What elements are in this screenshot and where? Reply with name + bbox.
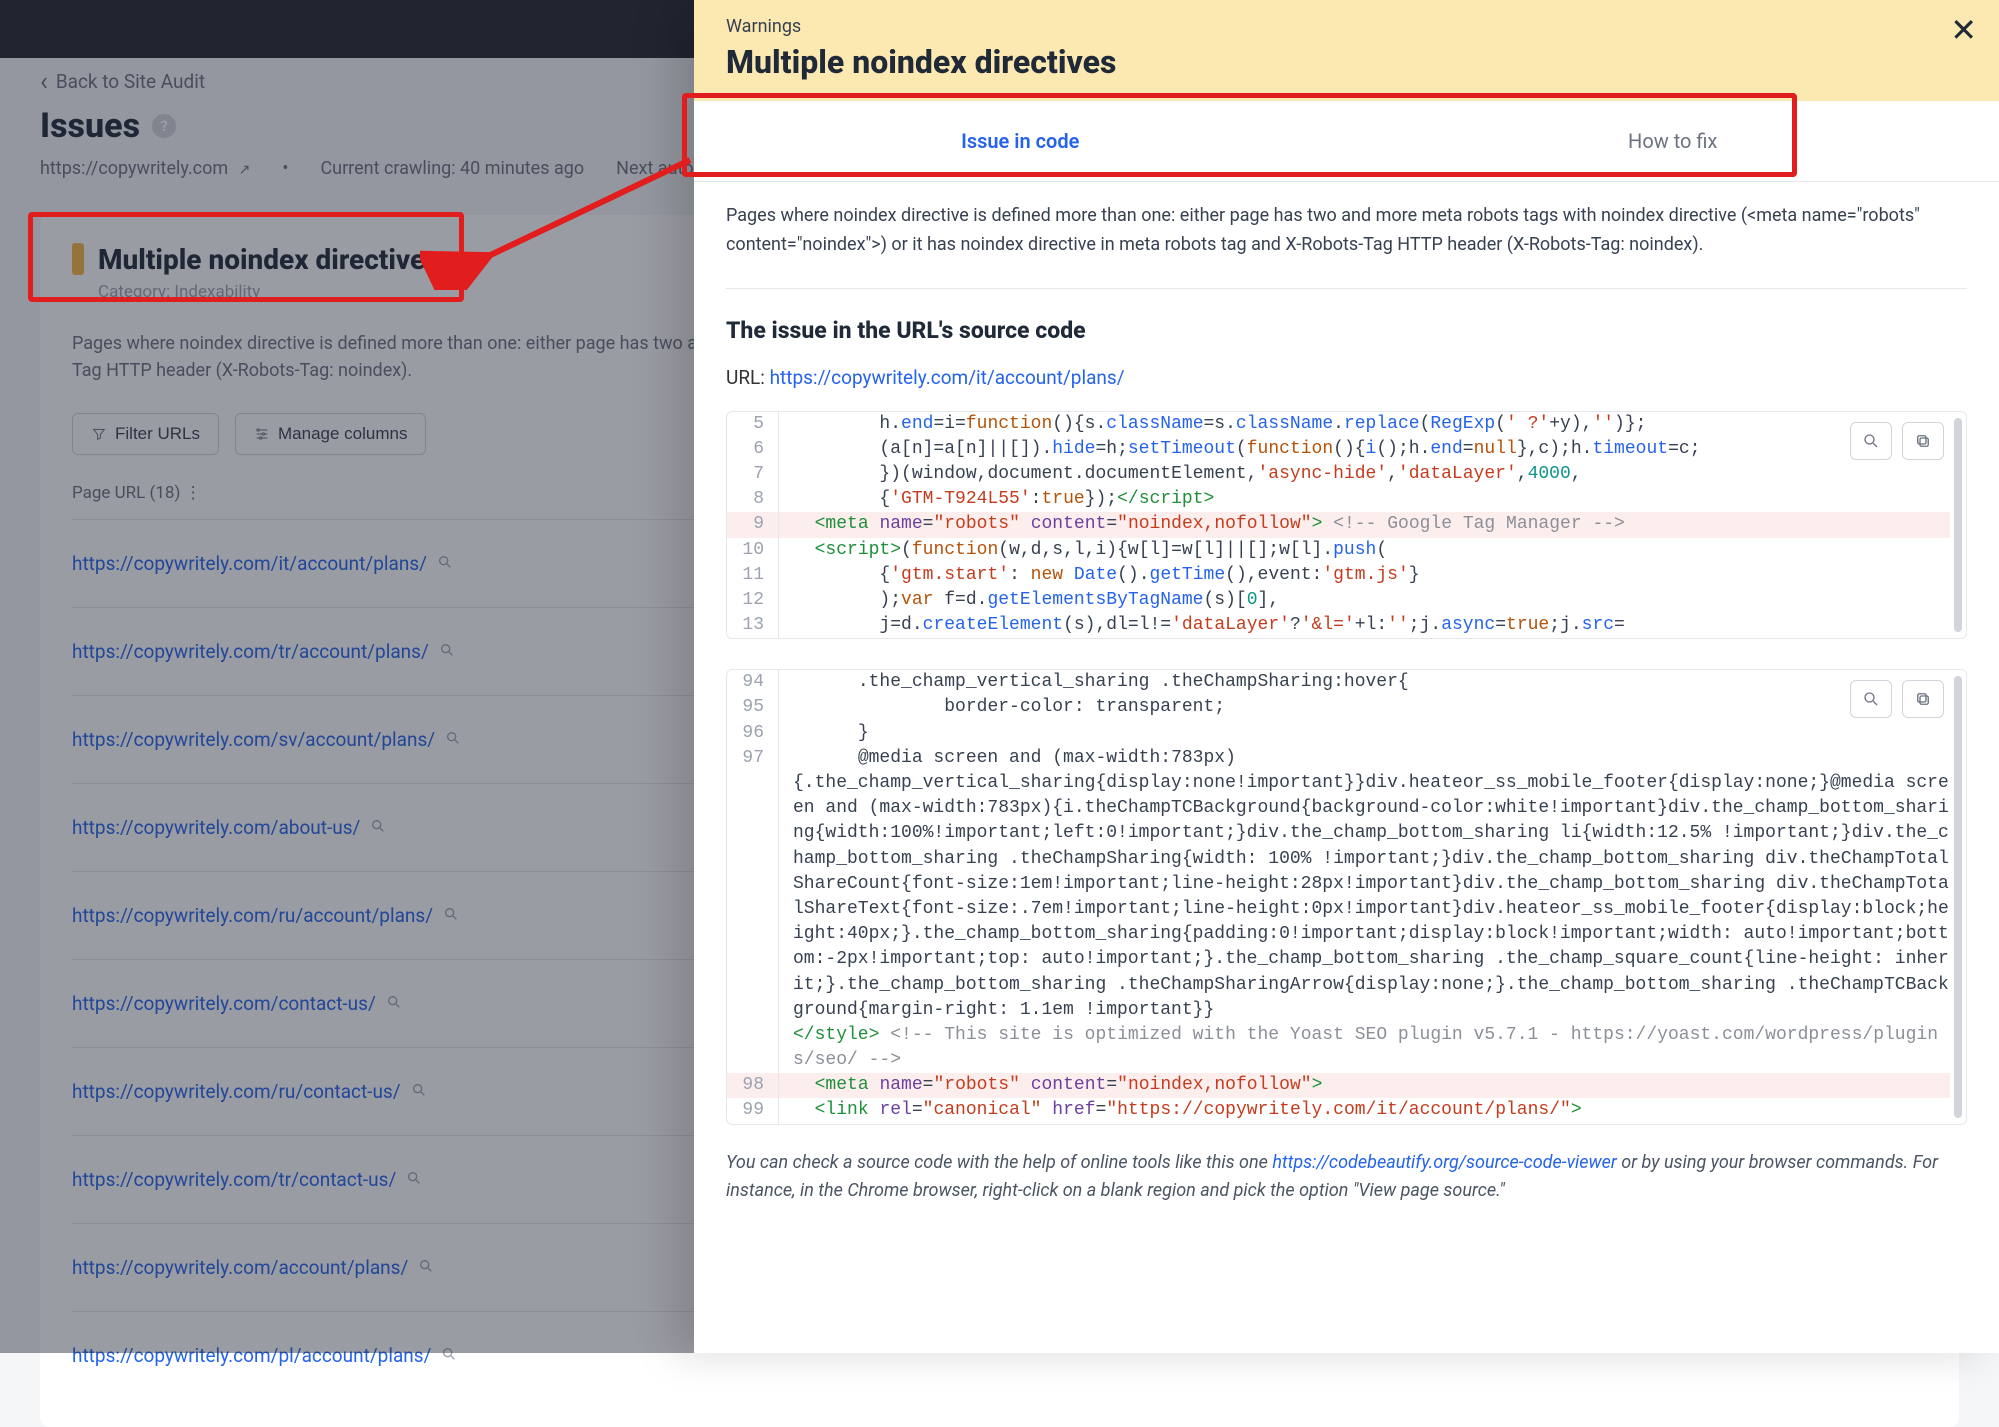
line-number: 96	[727, 721, 779, 746]
line-number: 99	[727, 1098, 779, 1123]
code-block-2: 94 .the_champ_vertical_sharing .theChamp…	[726, 669, 1967, 1124]
line-number: 5	[727, 412, 779, 437]
panel-header: ✕ Warnings Multiple noindex directives	[694, 0, 1999, 101]
tab-issue-in-code[interactable]: Issue in code	[694, 101, 1347, 181]
code-line: 8 {'GTM-T924L55':true});</script>	[727, 487, 1950, 512]
code-line: 96 }	[727, 721, 1950, 746]
panel-title: Multiple noindex directives	[726, 43, 1967, 81]
issue-detail-panel: ✕ Warnings Multiple noindex directives I…	[694, 0, 1999, 1353]
line-number: 97	[727, 746, 779, 1073]
copy-icon	[1914, 690, 1932, 708]
line-content: <script>(function(w,d,s,l,i){w[l]=w[l]||…	[779, 538, 1950, 563]
line-content: @media screen and (max-width:783px){.the…	[779, 746, 1950, 1073]
panel-body: Pages where noindex directive is defined…	[694, 182, 1999, 1353]
footer-note: You can check a source code with the hel…	[726, 1149, 1967, 1205]
code-content: 94 .the_champ_vertical_sharing .theChamp…	[727, 670, 1950, 1123]
divider	[726, 288, 1967, 289]
line-content: <meta name="robots" content="noindex,nof…	[779, 1073, 1950, 1098]
line-content: })(window,document.documentElement,'asyn…	[779, 462, 1950, 487]
line-number: 13	[727, 613, 779, 638]
code-line: 95 border-color: transparent;	[727, 695, 1950, 720]
line-content: {'gtm.start': new Date().getTime(),event…	[779, 563, 1950, 588]
line-number: 7	[727, 462, 779, 487]
line-content: }	[779, 721, 1950, 746]
search-icon	[1862, 432, 1880, 450]
scrollbar[interactable]	[1954, 418, 1962, 633]
code-line: 97 @media screen and (max-width:783px){.…	[727, 746, 1950, 1073]
panel-lead: Pages where noindex directive is defined…	[726, 202, 1967, 260]
line-content: <meta name="robots" content="noindex,nof…	[779, 512, 1950, 537]
line-number: 94	[727, 670, 779, 695]
code-line: 10 <script>(function(w,d,s,l,i){w[l]=w[l…	[727, 538, 1950, 563]
line-number: 9	[727, 512, 779, 537]
search-icon	[1862, 690, 1880, 708]
copy-icon	[1914, 432, 1932, 450]
url-line: URL: https://copywritely.com/it/account/…	[726, 366, 1967, 389]
line-number: 10	[727, 538, 779, 563]
code-line: 6 (a[n]=a[n]||[]).hide=h;setTimeout(func…	[727, 437, 1950, 462]
line-number: 95	[727, 695, 779, 720]
code-line: 9 <meta name="robots" content="noindex,n…	[727, 512, 1950, 537]
panel-kicker: Warnings	[726, 16, 1967, 37]
code-search-button[interactable]	[1850, 680, 1892, 718]
line-content: {'GTM-T924L55':true});</script>	[779, 487, 1950, 512]
line-number: 8	[727, 487, 779, 512]
code-block-1: 5 h.end=i=function(){s.className=s.class…	[726, 411, 1967, 640]
scrollbar[interactable]	[1954, 676, 1962, 1117]
code-line: 98 <meta name="robots" content="noindex,…	[727, 1073, 1950, 1098]
line-number: 98	[727, 1073, 779, 1098]
code-content: 5 h.end=i=function(){s.className=s.class…	[727, 412, 1950, 639]
line-number: 12	[727, 588, 779, 613]
line-content: h.end=i=function(){s.className=s.classNa…	[779, 412, 1950, 437]
code-line: 7 })(window,document.documentElement,'as…	[727, 462, 1950, 487]
section-title: The issue in the URL's source code	[726, 317, 1967, 344]
line-content: (a[n]=a[n]||[]).hide=h;setTimeout(functi…	[779, 437, 1950, 462]
example-url-link[interactable]: https://copywritely.com/it/account/plans…	[770, 366, 1125, 389]
code-line: 11 {'gtm.start': new Date().getTime(),ev…	[727, 563, 1950, 588]
line-number: 6	[727, 437, 779, 462]
line-content: j=d.createElement(s),dl=l!='dataLayer'?'…	[779, 613, 1950, 638]
line-number: 11	[727, 563, 779, 588]
code-line: 12 );var f=d.getElementsByTagName(s)[0],	[727, 588, 1950, 613]
code-viewer-link[interactable]: https://codebeautify.org/source-code-vie…	[1272, 1152, 1617, 1173]
code-line: 13 j=d.createElement(s),dl=l!='dataLayer…	[727, 613, 1950, 638]
line-content: <link rel="canonical" href="https://copy…	[779, 1098, 1950, 1123]
line-content: border-color: transparent;	[779, 695, 1950, 720]
close-icon[interactable]: ✕	[1950, 14, 1977, 46]
panel-tabs: Issue in code How to fix	[694, 101, 1999, 182]
code-copy-button[interactable]	[1902, 422, 1944, 460]
line-content: .the_champ_vertical_sharing .theChampSha…	[779, 670, 1950, 695]
code-line: 94 .the_champ_vertical_sharing .theChamp…	[727, 670, 1950, 695]
tab-how-to-fix[interactable]: How to fix	[1347, 101, 1999, 181]
code-copy-button[interactable]	[1902, 680, 1944, 718]
code-search-button[interactable]	[1850, 422, 1892, 460]
code-line: 5 h.end=i=function(){s.className=s.class…	[727, 412, 1950, 437]
line-content: );var f=d.getElementsByTagName(s)[0],	[779, 588, 1950, 613]
code-line: 99 <link rel="canonical" href="https://c…	[727, 1098, 1950, 1123]
